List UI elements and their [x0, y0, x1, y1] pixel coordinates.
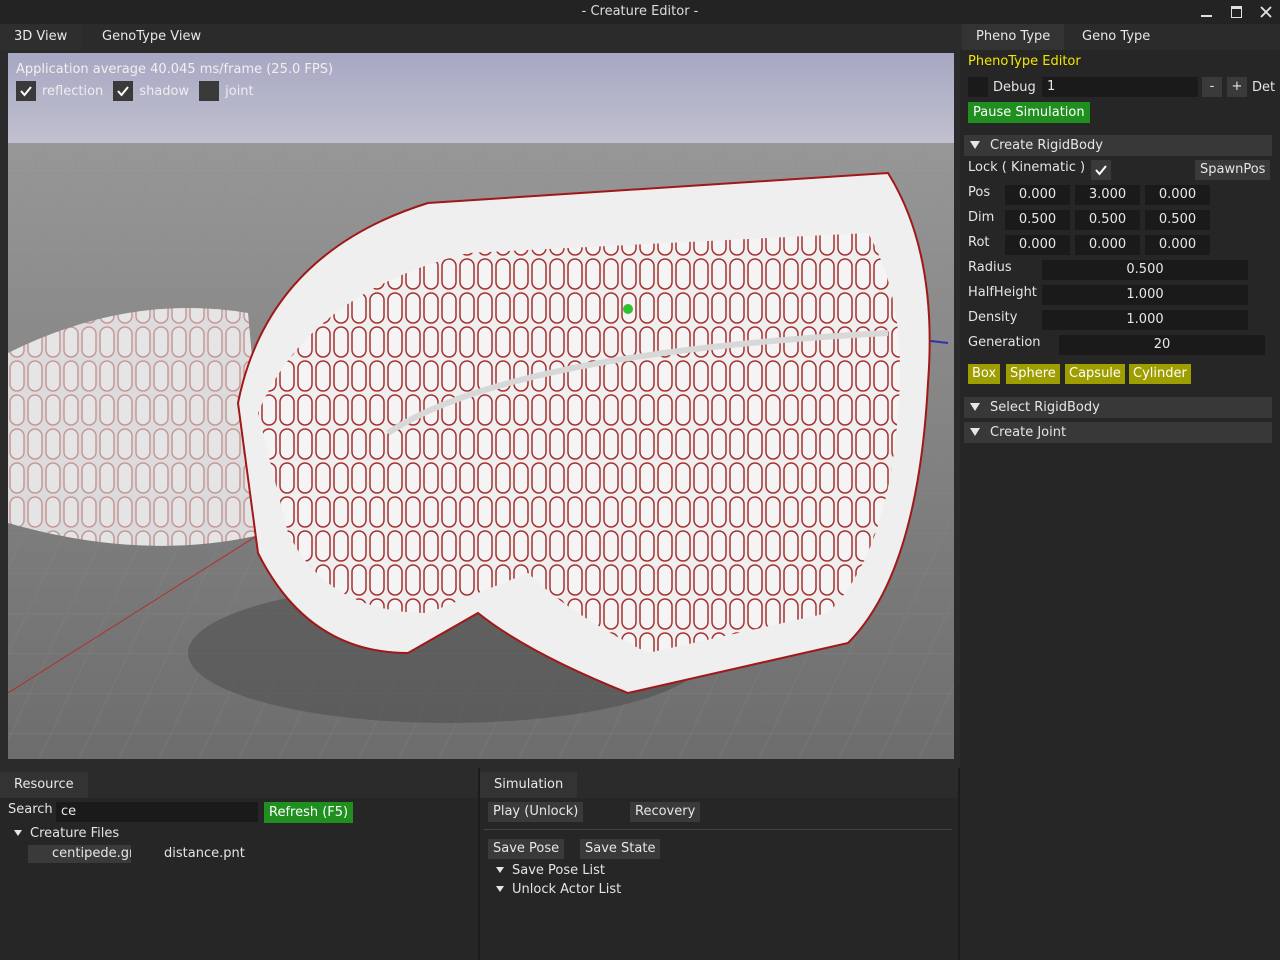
maximize-icon	[1230, 6, 1242, 18]
radius-label: Radius	[968, 260, 1012, 275]
window-title: - Creature Editor -	[581, 4, 699, 19]
save-pose-list-node[interactable]: Save Pose List	[496, 861, 605, 881]
rot-y-input[interactable]: 0.000	[1075, 235, 1140, 255]
pos-y-input[interactable]: 3.000	[1075, 185, 1140, 205]
minimize-icon	[1200, 15, 1212, 17]
unlock-actor-list-node[interactable]: Unlock Actor List	[496, 880, 621, 900]
debug-increment-button[interactable]: +	[1227, 77, 1247, 97]
spawn-pos-button[interactable]: SpawnPos	[1195, 160, 1271, 180]
expand-arrow-icon	[14, 829, 22, 836]
lock-kinematic-label: Lock ( Kinematic )	[968, 160, 1086, 175]
tab-resource[interactable]: Resource	[0, 772, 88, 798]
dim-y-input[interactable]: 0.500	[1075, 210, 1140, 230]
viewport-options: reflection shadow joint	[16, 81, 254, 101]
pos-x-input[interactable]: 0.000	[1005, 185, 1070, 205]
tab-3d-view[interactable]: 3D View	[0, 24, 82, 50]
generation-label: Generation	[968, 335, 1041, 350]
density-label: Density	[968, 310, 1018, 325]
halfheight-label: HalfHeight	[968, 285, 1037, 300]
select-rigidbody-header[interactable]: Select RigidBody	[964, 397, 1272, 418]
resource-panel	[0, 798, 478, 960]
save-pose-button[interactable]: Save Pose	[488, 839, 565, 859]
expand-arrow-icon	[496, 866, 504, 873]
expand-arrow-icon	[496, 885, 504, 892]
sphere-button[interactable]: Sphere	[1006, 364, 1060, 384]
creature-files-label: Creature Files	[30, 826, 120, 841]
create-joint-label: Create Joint	[990, 425, 1067, 440]
create-joint-header[interactable]: Create Joint	[964, 422, 1272, 443]
dim-x-input[interactable]: 0.500	[1005, 210, 1070, 230]
save-state-button[interactable]: Save State	[580, 839, 661, 859]
debug-swatch	[968, 77, 988, 97]
rot-label: Rot	[968, 235, 990, 250]
recovery-button[interactable]: Recovery	[630, 802, 701, 822]
search-label: Search	[8, 802, 53, 817]
pos-z-input[interactable]: 0.000	[1145, 185, 1210, 205]
file-item[interactable]: centipede.gn	[28, 845, 131, 863]
creature-files-node[interactable]: Creature Files	[14, 824, 119, 844]
reflection-label: reflection	[42, 83, 104, 99]
dim-label: Dim	[968, 210, 995, 225]
refresh-button[interactable]: Refresh (F5)	[264, 802, 354, 823]
close-button[interactable]	[1252, 0, 1280, 24]
3d-viewport[interactable]	[8, 53, 954, 759]
tab-simulation[interactable]: Simulation	[480, 772, 578, 798]
close-icon	[1260, 6, 1272, 18]
joint-label: joint	[225, 83, 254, 99]
search-input[interactable]: ce	[56, 802, 258, 822]
expand-arrow-icon	[970, 140, 980, 149]
expand-arrow-icon	[970, 427, 980, 436]
file-item[interactable]: distance.pnt	[164, 844, 245, 864]
save-pose-list-label: Save Pose List	[512, 863, 605, 878]
create-rigidbody-label: Create RigidBody	[990, 138, 1103, 153]
play-unlock-button[interactable]: Play (Unlock)	[488, 802, 584, 822]
halfheight-slider[interactable]: 1.000	[1042, 285, 1248, 305]
expand-arrow-icon	[970, 402, 980, 411]
tab-pheno-type[interactable]: Pheno Type	[962, 24, 1065, 50]
cylinder-button[interactable]: Cylinder	[1129, 364, 1191, 384]
fps-text: Application average 40.045 ms/frame (25.…	[16, 62, 334, 77]
joint-checkbox[interactable]	[199, 81, 220, 101]
radius-slider[interactable]: 0.500	[1042, 260, 1248, 280]
density-slider[interactable]: 1.000	[1042, 310, 1248, 330]
pheno-editor-title: PhenoType Editor	[968, 54, 1081, 69]
create-rigidbody-header[interactable]: Create RigidBody	[964, 135, 1272, 156]
shadow-label: shadow	[139, 83, 190, 99]
rot-z-input[interactable]: 0.000	[1145, 235, 1210, 255]
shadow-checkbox[interactable]	[113, 81, 134, 101]
box-button[interactable]: Box	[968, 364, 1001, 384]
rot-x-input[interactable]: 0.000	[1005, 235, 1070, 255]
select-rigidbody-label: Select RigidBody	[990, 400, 1100, 415]
checkmark-icon	[117, 86, 130, 97]
minimize-button[interactable]	[1192, 0, 1220, 24]
capsule-button[interactable]: Capsule	[1065, 364, 1125, 384]
tab-geno-type[interactable]: Geno Type	[1068, 24, 1165, 50]
scene-render	[8, 53, 954, 759]
divider	[484, 829, 952, 830]
debug-decrement-button[interactable]: -	[1202, 77, 1222, 97]
dim-z-input[interactable]: 0.500	[1145, 210, 1210, 230]
tab-genotype-view[interactable]: GenoType View	[88, 24, 216, 50]
debug-trailing-label: Det	[1252, 80, 1276, 95]
reflection-checkbox[interactable]	[16, 81, 36, 101]
pause-simulation-button[interactable]: Pause Simulation	[968, 102, 1090, 123]
unlock-actor-list-label: Unlock Actor List	[512, 882, 622, 897]
debug-input[interactable]: 1	[1042, 77, 1198, 97]
checkmark-icon	[1095, 165, 1107, 176]
lock-kinematic-checkbox[interactable]	[1091, 160, 1111, 180]
pos-label: Pos	[968, 185, 991, 200]
generation-slider[interactable]: 20	[1059, 335, 1265, 355]
maximize-button[interactable]	[1222, 0, 1250, 24]
debug-label: Debug	[993, 80, 1036, 95]
checkmark-icon	[20, 86, 32, 97]
